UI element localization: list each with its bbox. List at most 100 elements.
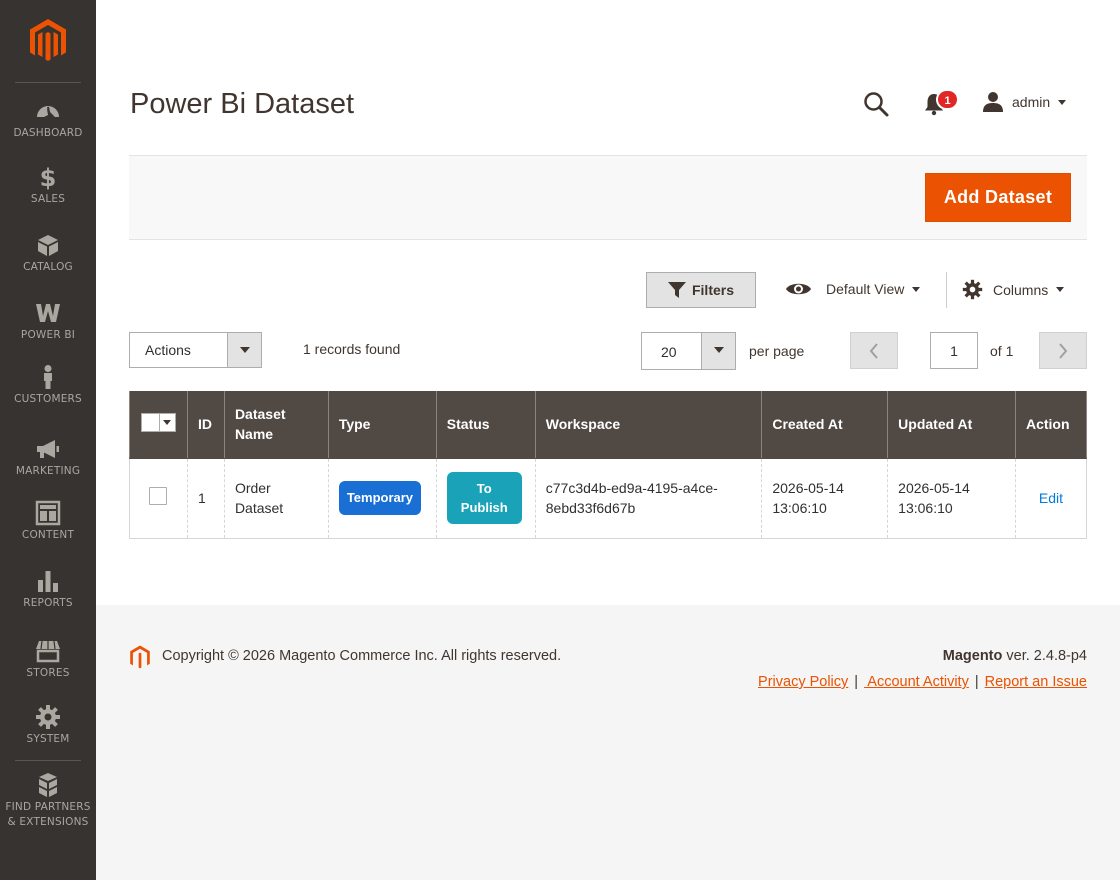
sidebar-item-catalog[interactable]: CATALOG — [0, 232, 96, 275]
page-title: Power Bi Dataset — [130, 88, 355, 120]
sidebar-item-label: MARKETING — [15, 465, 81, 477]
column-header-id[interactable]: ID — [186, 391, 225, 459]
records-found-count: 1 records found — [303, 341, 401, 357]
sidebar-item-stores[interactable]: STORES — [0, 638, 96, 681]
magento-logo-icon[interactable] — [28, 18, 68, 64]
cell-action: Edit — [1014, 458, 1088, 539]
actions-label: Actions — [145, 342, 191, 358]
toolbar-divider — [946, 272, 947, 308]
sidebar-item-label: SYSTEM — [26, 733, 70, 745]
cell-id: 1 — [186, 458, 225, 539]
version-number: ver. 2.4.8-p4 — [1002, 648, 1087, 664]
created-time: 13:06:10 — [772, 500, 827, 516]
previous-page-button[interactable] — [850, 332, 898, 369]
version-info: Magento ver. 2.4.8-p4 — [943, 648, 1087, 664]
status-badge: To Publish — [446, 472, 522, 524]
magento-logo-icon[interactable] — [129, 645, 151, 670]
chevron-down-icon — [701, 333, 735, 369]
mass-select-checkbox[interactable] — [141, 412, 176, 432]
chevron-down-icon — [1056, 287, 1065, 292]
dataset-name-line: Dataset — [234, 500, 284, 516]
current-page-input[interactable] — [930, 332, 978, 369]
sidebar-item-label: & EXTENSIONS — [7, 816, 89, 828]
row-checkbox[interactable] — [149, 486, 167, 505]
status-line: To — [476, 481, 492, 496]
column-header-status[interactable]: Status — [435, 391, 536, 459]
cell-created-at: 2026-05-14 13:06:10 — [761, 458, 889, 539]
cell-type: Temporary — [327, 458, 437, 539]
notification-count-badge[interactable]: 1 — [936, 89, 959, 110]
view-label: Default View — [826, 281, 905, 297]
account-activity-link[interactable]: Account Activity — [864, 674, 969, 690]
svg-text:$: $ — [40, 164, 57, 190]
sidebar-item-label: DASHBOARD — [13, 127, 83, 139]
search-icon[interactable] — [862, 90, 890, 118]
chevron-down-icon — [227, 333, 261, 367]
type-badge: Temporary — [338, 481, 422, 515]
edit-link[interactable]: Edit — [1039, 490, 1063, 506]
user-icon — [983, 92, 1003, 112]
user-account-menu[interactable]: admin — [982, 88, 1067, 116]
sidebar-item-content[interactable]: CONTENT — [0, 500, 96, 543]
chevron-right-icon — [1059, 343, 1068, 359]
copyright-text: Copyright © 2026 Magento Commerce Inc. A… — [162, 648, 562, 664]
sidebar-item-find-partners[interactable]: FIND PARTNERS & EXTENSIONS — [0, 772, 96, 830]
sidebar-item-label: REPORTS — [23, 597, 73, 609]
sidebar-item-marketing[interactable]: MARKETING — [0, 436, 96, 479]
sidebar-item-power-bi[interactable]: POWER BI — [0, 300, 96, 343]
add-dataset-button[interactable]: Add Dataset — [925, 173, 1071, 222]
link-separator: | — [854, 674, 859, 690]
column-header-updated-at[interactable]: Updated At — [887, 391, 1016, 459]
workspace-line: 8ebd33f6d67b — [545, 500, 636, 516]
bar-chart-icon — [38, 571, 58, 592]
columns-control[interactable]: Columns — [962, 279, 1065, 300]
sidebar-item-reports[interactable]: REPORTS — [0, 568, 96, 611]
person-icon — [44, 365, 52, 389]
updated-time: 13:06:10 — [898, 500, 953, 516]
workspace-line: c77c3d4b-ed9a-4195-a4ce- — [545, 480, 718, 496]
mass-actions-dropdown[interactable]: Actions — [129, 332, 262, 368]
cell-dataset-name: Order Dataset — [223, 458, 329, 539]
report-issue-link[interactable]: Report an Issue — [985, 674, 1087, 690]
sidebar-item-label: FIND PARTNERS — [5, 801, 91, 813]
row-select-cell — [129, 458, 188, 539]
sidebar-divider — [15, 760, 81, 761]
per-page-select[interactable]: 20 — [641, 332, 736, 370]
sidebar-item-label: POWER BI — [20, 329, 76, 341]
view-switcher[interactable]: Default View — [785, 280, 921, 298]
columns-label: Columns — [993, 281, 1049, 298]
footer-links: Privacy Policy | Account Activity | Report … — [758, 674, 1087, 690]
storefront-icon — [36, 640, 60, 663]
sidebar-item-system[interactable]: SYSTEM — [0, 704, 96, 747]
status-line: Publish — [460, 500, 508, 515]
chevron-down-icon — [1058, 99, 1067, 105]
per-page-label: per page — [749, 343, 805, 359]
column-header-workspace[interactable]: Workspace — [534, 391, 763, 459]
dollar-icon: $ — [40, 164, 57, 190]
sidebar-item-dashboard[interactable]: DASHBOARD — [0, 98, 96, 141]
dashboard-icon — [37, 106, 59, 118]
cell-workspace: c77c3d4b-ed9a-4195-a4ce- 8ebd33f6d67b — [534, 458, 763, 539]
cell-status: To Publish — [435, 458, 536, 539]
sidebar-item-label: CONTENT — [21, 529, 75, 541]
gear-icon — [36, 705, 60, 729]
updated-date: 2026-05-14 — [898, 480, 970, 496]
sidebar-item-sales[interactable]: $ SALES — [0, 164, 96, 207]
column-header-type[interactable]: Type — [327, 391, 437, 459]
mass-select-header — [129, 391, 188, 459]
link-separator: | — [974, 674, 979, 690]
page-total: of 1 — [990, 343, 1014, 359]
megaphone-icon — [37, 440, 59, 458]
filters-button[interactable]: Filters — [646, 272, 756, 308]
sidebar-item-label: CUSTOMERS — [14, 393, 82, 405]
sidebar-item-label: SALES — [30, 193, 66, 205]
sidebar-item-customers[interactable]: CUSTOMERS — [0, 364, 96, 407]
admin-sidebar: DASHBOARD $ SALES CATALOG POWER BI CUSTO… — [0, 0, 96, 880]
filter-icon — [667, 282, 686, 298]
next-page-button[interactable] — [1039, 332, 1087, 369]
column-header-dataset-name[interactable]: Dataset Name — [223, 391, 329, 459]
power-bi-icon — [36, 304, 60, 322]
eye-icon — [786, 283, 811, 295]
privacy-policy-link[interactable]: Privacy Policy — [758, 674, 848, 690]
column-header-created-at[interactable]: Created At — [761, 391, 889, 459]
